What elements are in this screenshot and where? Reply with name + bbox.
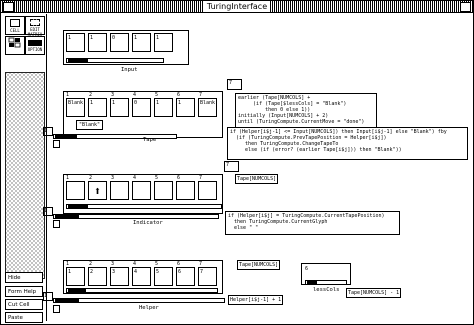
option-label: OPTION bbox=[27, 47, 43, 52]
tape-resize-handle[interactable] bbox=[53, 140, 60, 148]
cell-tool-label: CELL bbox=[10, 28, 20, 33]
turing-interface-window: TuringInterface CELL EDIT MATRIX OPTION … bbox=[0, 0, 474, 325]
tape-cell[interactable]: Blank bbox=[66, 98, 85, 117]
workspace: 1 1 0 1 1 Input 7 1 2 3 4 5 6 7 Blank 1 … bbox=[43, 14, 472, 322]
lesscols-formula[interactable]: Tape[NUMCOLS] - 1 bbox=[346, 288, 402, 298]
row-count: 1 bbox=[43, 292, 53, 301]
lesscols-cell[interactable]: 6 bbox=[301, 263, 351, 285]
helper-hscroll[interactable] bbox=[53, 298, 225, 303]
cell-icon bbox=[10, 19, 20, 27]
helper-cell[interactable]: 4 bbox=[132, 267, 151, 286]
tape-label: Tape bbox=[143, 137, 157, 143]
indicator-cell[interactable] bbox=[198, 181, 217, 200]
helper-scrollbar[interactable] bbox=[66, 288, 218, 293]
tape-cell[interactable]: 1 bbox=[110, 98, 129, 117]
helper-formula[interactable]: Helper[i$j-1] + 1 bbox=[228, 295, 284, 305]
cell-tool-button[interactable]: CELL bbox=[5, 16, 25, 35]
indicator-label: Indicator bbox=[133, 220, 163, 226]
helper-cell[interactable]: 5 bbox=[154, 267, 173, 286]
lesscols-scrollbar[interactable] bbox=[305, 280, 347, 285]
helper-formula-top[interactable]: Tape[NUMCOLS] bbox=[237, 260, 281, 270]
tape-cell[interactable]: 0 bbox=[132, 98, 151, 117]
tape-scrollbar[interactable] bbox=[53, 134, 177, 139]
tape-grid[interactable]: 1 2 3 4 5 6 7 Blank 1 1 0 1 1 Blank "Bla… bbox=[63, 91, 223, 138]
row-count: 1 bbox=[43, 207, 53, 216]
tape-counter: 7 bbox=[227, 79, 242, 90]
input-cell[interactable]: 1 bbox=[66, 33, 85, 52]
helper-label: Helper bbox=[139, 305, 159, 311]
tape-formula-step[interactable]: if (Helper[i$j-1] <= Input[NUMCOLS]) the… bbox=[227, 127, 468, 160]
helper-cell[interactable]: 6 bbox=[176, 267, 195, 286]
indicator-formula-top[interactable]: Tape[NUMCOLS] bbox=[235, 174, 279, 184]
input-label: Input bbox=[121, 67, 138, 73]
indicator-resize-handle[interactable] bbox=[53, 220, 60, 228]
helper-cell[interactable]: 7 bbox=[198, 267, 217, 286]
head-arrow-icon[interactable]: ⬆ bbox=[88, 181, 107, 200]
helper-resize-handle[interactable] bbox=[53, 305, 60, 313]
tape-cell[interactable]: 1 bbox=[88, 98, 107, 117]
tape-cell[interactable]: 1 bbox=[154, 98, 173, 117]
helper-grid[interactable]: 1 2 3 4 5 6 7 1 2 3 4 5 6 7 bbox=[63, 260, 223, 294]
cut-cell-button[interactable]: Cut Cell bbox=[5, 299, 43, 310]
indicator-cell[interactable] bbox=[132, 181, 151, 200]
option-button[interactable]: OPTION bbox=[25, 36, 45, 55]
lesscols-value: 6 bbox=[305, 266, 309, 272]
form-help-button[interactable]: Form Help bbox=[5, 286, 43, 297]
helper-cell[interactable]: 1 bbox=[66, 267, 85, 286]
title-bar[interactable]: TuringInterface bbox=[1, 1, 473, 13]
indicator-cell[interactable] bbox=[176, 181, 195, 200]
input-cell[interactable]: 1 bbox=[154, 33, 173, 52]
close-box-icon[interactable] bbox=[3, 2, 14, 12]
indicator-hscroll[interactable] bbox=[53, 214, 219, 219]
shapes-icon bbox=[8, 37, 21, 48]
paste-button[interactable]: Paste bbox=[5, 312, 43, 323]
edit-matrix-button[interactable]: EDIT MATRIX bbox=[25, 16, 45, 37]
tool-panel: CELL EDIT MATRIX OPTION Hide Form Help C… bbox=[3, 14, 47, 323]
indicator-formula[interactable]: if (Helper[i$j] = TuringCompute.CurrentT… bbox=[225, 211, 400, 235]
indicator-cell[interactable] bbox=[110, 181, 129, 200]
row-count: 1 bbox=[43, 127, 53, 136]
input-cell[interactable]: 1 bbox=[88, 33, 107, 52]
lesscols-label: lessCols bbox=[313, 287, 340, 293]
helper-cell[interactable]: 3 bbox=[110, 267, 129, 286]
tape-cell[interactable]: 1 bbox=[176, 98, 195, 117]
indicator-grid[interactable]: 1 2 3 4 5 6 7 ⬆ bbox=[63, 174, 223, 214]
palette-area bbox=[5, 72, 45, 279]
slider-icon bbox=[28, 40, 42, 46]
indicator-cell[interactable] bbox=[154, 181, 173, 200]
input-cell[interactable]: 1 bbox=[132, 33, 151, 52]
shape-tool-button[interactable] bbox=[5, 36, 25, 55]
indicator-scrollbar[interactable] bbox=[66, 204, 222, 209]
indicator-cell[interactable] bbox=[66, 181, 85, 200]
hide-button[interactable]: Hide bbox=[5, 272, 43, 283]
indicator-counter: 7 bbox=[224, 161, 239, 172]
input-scrollbar[interactable] bbox=[66, 58, 164, 63]
window-title: TuringInterface bbox=[203, 1, 271, 12]
input-cell[interactable]: 0 bbox=[110, 33, 129, 52]
matrix-icon bbox=[30, 19, 40, 26]
selected-cell-value[interactable]: "Blank" bbox=[76, 120, 104, 130]
tape-cell[interactable]: Blank bbox=[198, 98, 217, 117]
zoom-box-icon[interactable] bbox=[460, 2, 471, 12]
helper-cell[interactable]: 2 bbox=[88, 267, 107, 286]
input-grid[interactable]: 1 1 0 1 1 bbox=[63, 30, 189, 65]
